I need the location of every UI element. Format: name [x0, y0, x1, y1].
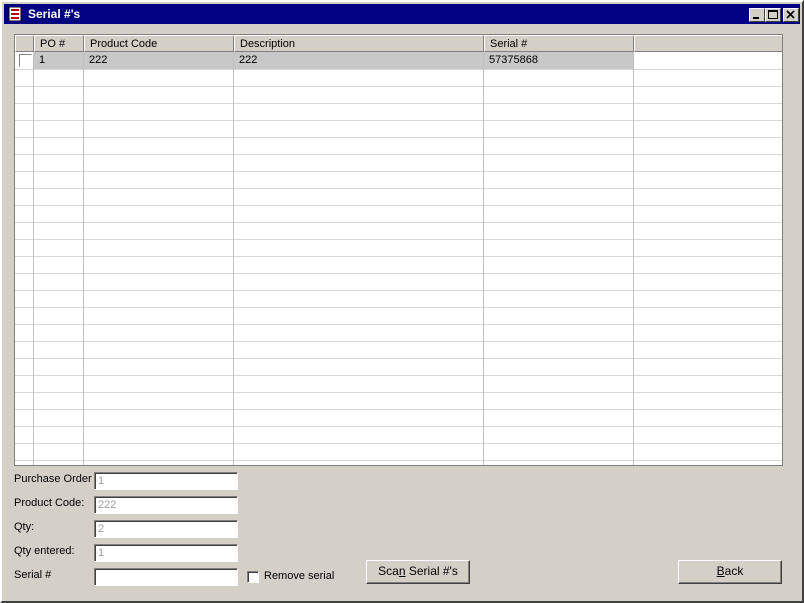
header-product-code[interactable]: Product Code: [84, 35, 234, 52]
serial-input[interactable]: [94, 568, 238, 586]
product-code-label: Product Code:: [14, 497, 85, 509]
grid-line: [15, 171, 782, 172]
grid-line: [15, 154, 782, 155]
maximize-button[interactable]: [765, 8, 781, 22]
table-row[interactable]: [33, 52, 633, 69]
qty-entered-field[interactable]: [94, 544, 238, 562]
remove-serial-label[interactable]: Remove serial: [264, 570, 334, 582]
cell-description: 222: [239, 54, 258, 66]
grid-line: [15, 290, 782, 291]
grid-header: PO # Product Code Description Serial #: [15, 35, 782, 52]
serial-label: Serial #: [14, 569, 52, 581]
grid-line: [15, 103, 782, 104]
grid-line: [15, 392, 782, 393]
remove-serial-checkbox[interactable]: [247, 571, 259, 583]
grid-line: [15, 409, 782, 410]
close-button[interactable]: [783, 8, 799, 22]
cell-product-code: 222: [89, 54, 108, 66]
close-icon: [786, 10, 795, 19]
row-checkbox[interactable]: [19, 54, 32, 67]
purchase-order-field[interactable]: [94, 472, 238, 490]
grid-line: [15, 426, 782, 427]
title-bar[interactable]: Serial #'s: [4, 4, 800, 24]
window-title: Serial #'s: [28, 7, 81, 21]
grid-line: [15, 188, 782, 189]
grid-line: [15, 341, 782, 342]
grid-line: [15, 307, 782, 308]
grid-line: [15, 460, 782, 461]
cell-serial: 57375868: [489, 54, 538, 66]
purchase-order-label: Purchase Order: [14, 473, 92, 485]
qty-entered-label: Qty entered:: [14, 545, 75, 557]
grid-line: [15, 273, 782, 274]
grid-line: [15, 239, 782, 240]
header-select: [15, 35, 34, 52]
grid-line: [15, 222, 782, 223]
header-description[interactable]: Description: [234, 35, 484, 52]
cell-po: 1: [39, 54, 46, 66]
grid-line: [15, 375, 782, 376]
qty-label: Qty:: [14, 521, 35, 533]
grid-line: [15, 358, 782, 359]
grid-line: [15, 120, 782, 121]
grid-line: [15, 443, 782, 444]
app-icon: [8, 7, 22, 21]
back-button[interactable]: Back: [678, 560, 782, 584]
scan-serial-button[interactable]: Scan Serial #'s: [366, 560, 470, 584]
grid-line: [15, 137, 782, 138]
maximize-icon: [768, 10, 778, 19]
header-serial[interactable]: Serial #: [484, 35, 634, 52]
serial-window: Serial #'s PO # Product Code Description…: [0, 0, 804, 603]
grid-line: [15, 86, 782, 87]
minimize-button[interactable]: [749, 8, 765, 22]
grid-line: [15, 69, 782, 70]
qty-field[interactable]: [94, 520, 238, 538]
serial-grid[interactable]: PO # Product Code Description Serial # 1…: [14, 34, 783, 466]
grid-line: [15, 324, 782, 325]
grid-line: [15, 205, 782, 206]
product-code-field[interactable]: [94, 496, 238, 514]
header-blank: [634, 35, 782, 52]
minimize-icon: [753, 17, 759, 19]
header-po[interactable]: PO #: [34, 35, 84, 52]
grid-line: [15, 256, 782, 257]
